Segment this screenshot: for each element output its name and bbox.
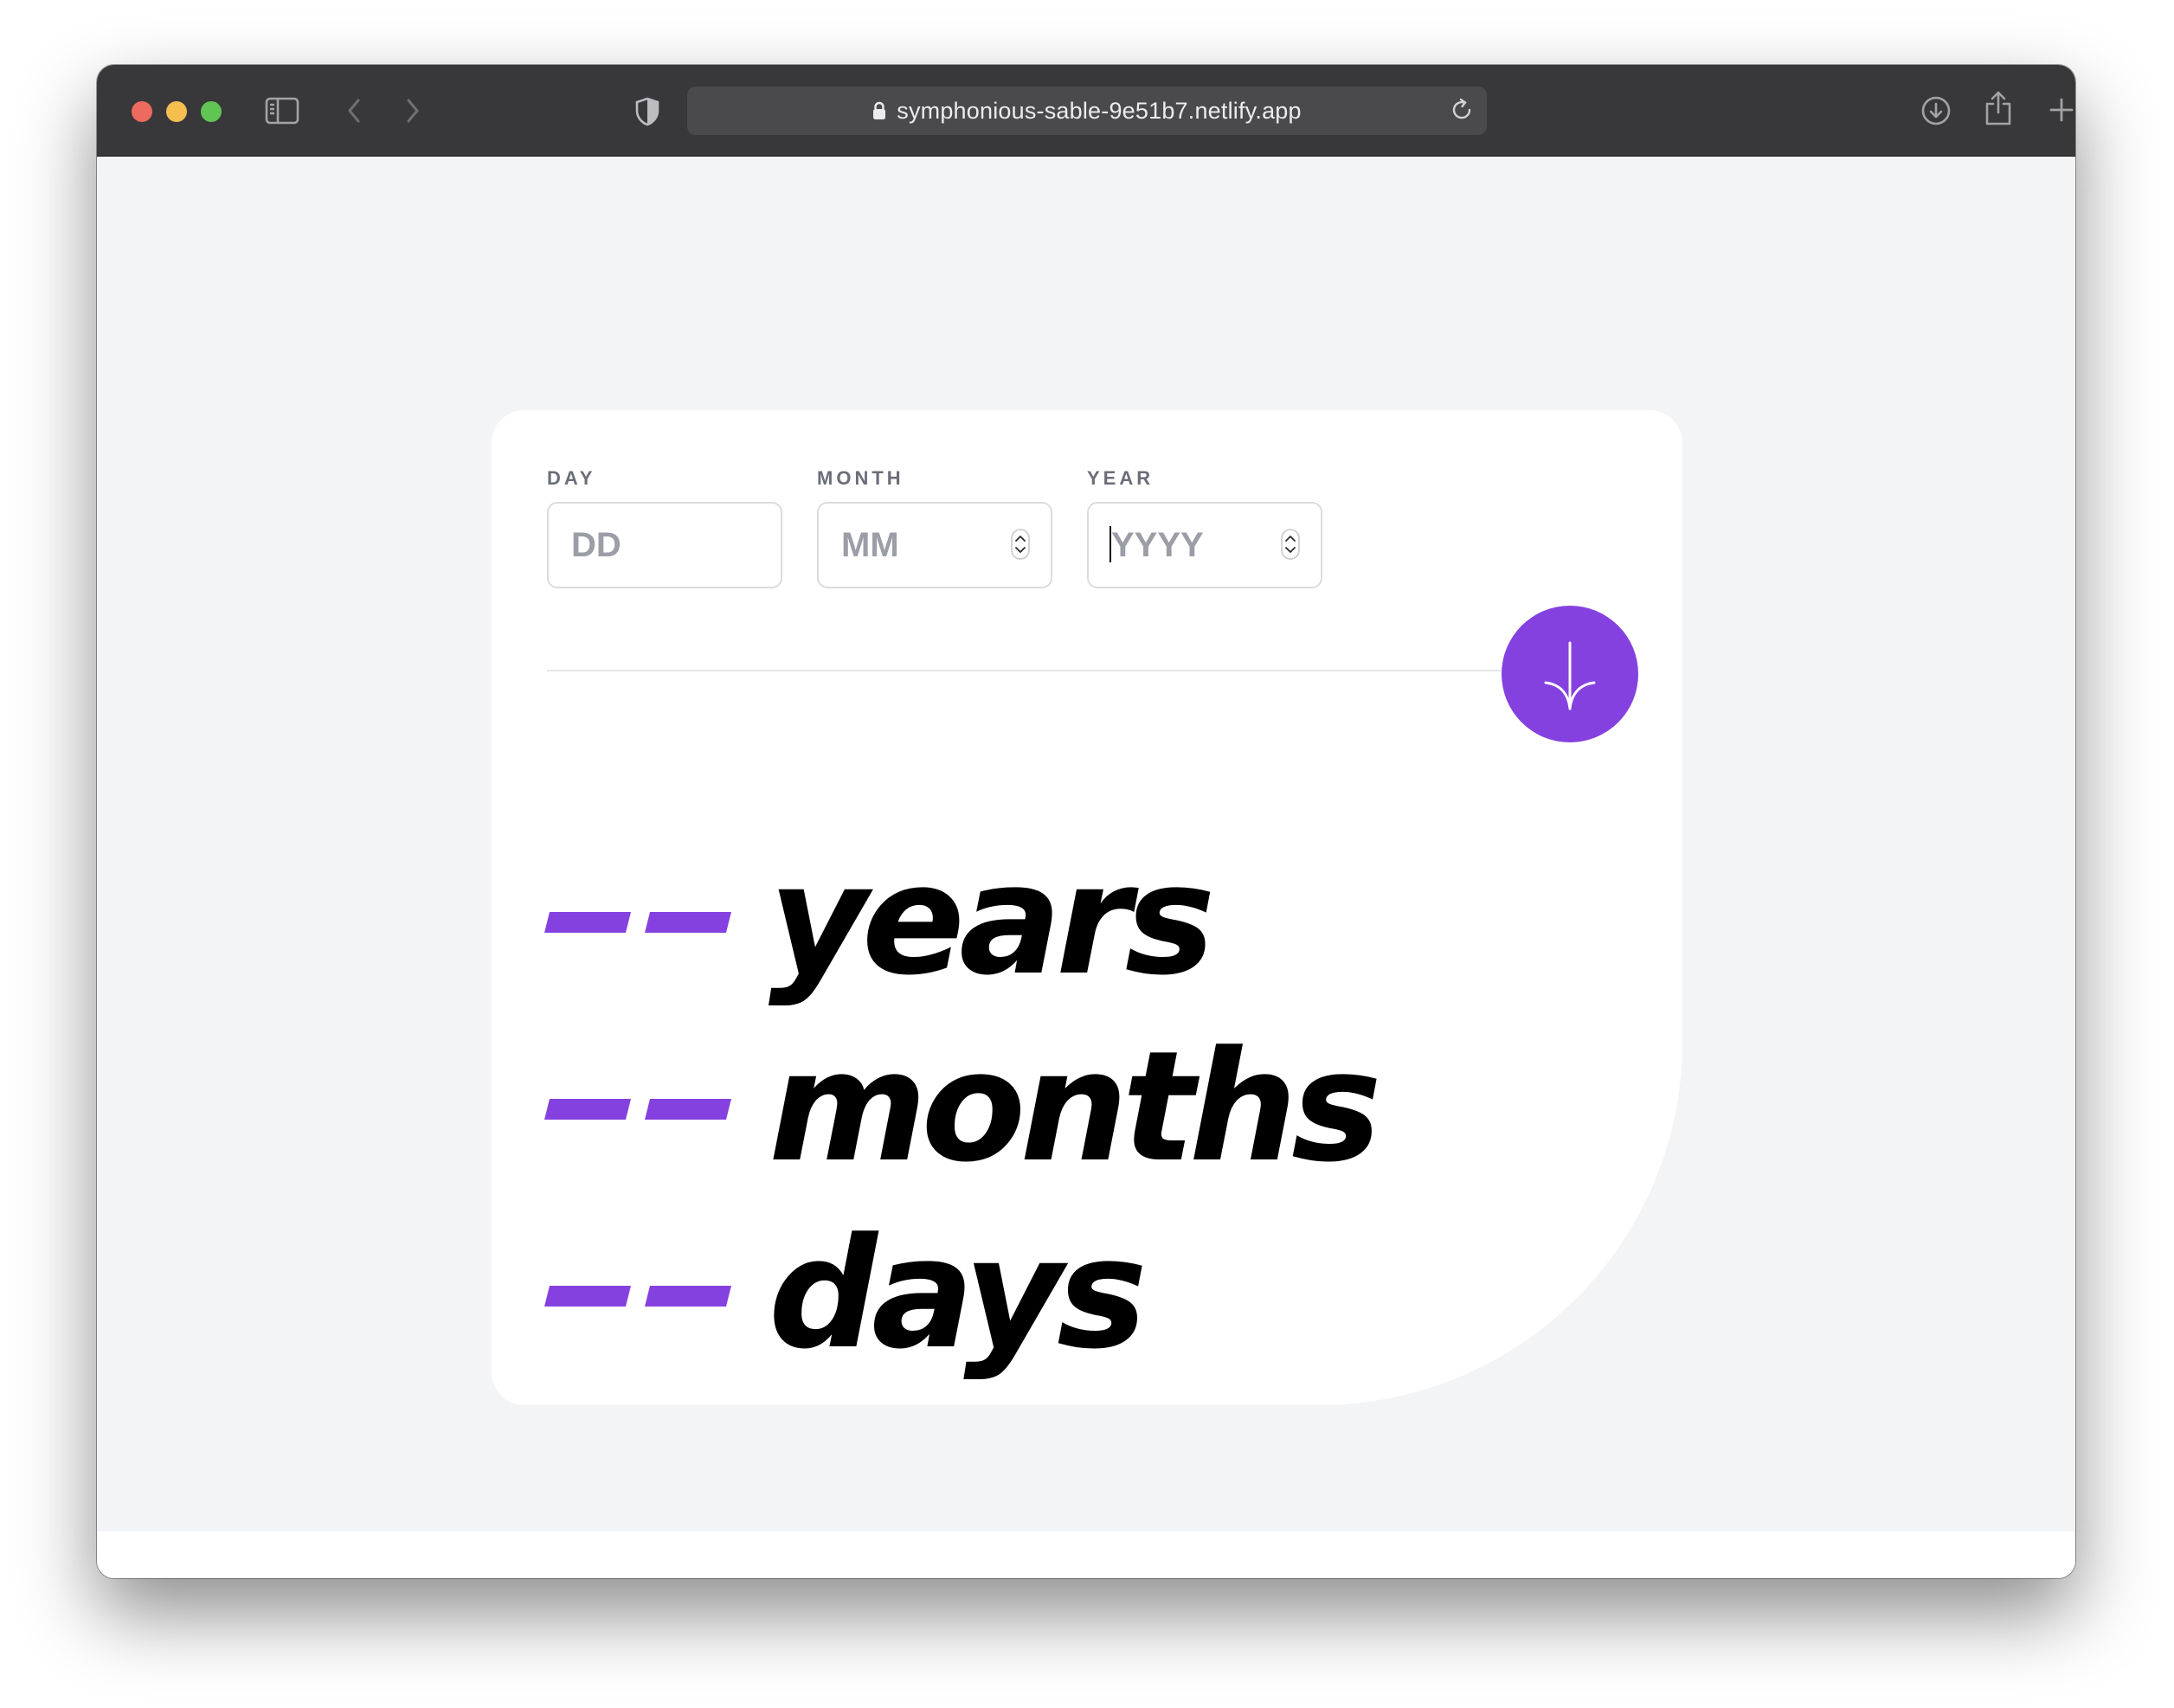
days-value: [544, 1286, 731, 1307]
browser-window: symphonious-sable-9e51b7.netlify.app DAY…: [97, 65, 2075, 1578]
minimize-window-icon[interactable]: [166, 101, 187, 122]
months-result: months: [544, 1018, 1382, 1196]
download-icon[interactable]: [1919, 93, 1953, 128]
months-value: [544, 1099, 731, 1120]
submit-button[interactable]: [1502, 606, 1638, 742]
day-field: DAY: [547, 467, 782, 588]
year-field: YEAR: [1087, 467, 1322, 588]
address-bar[interactable]: symphonious-sable-9e51b7.netlify.app: [687, 87, 1487, 135]
share-icon[interactable]: [1982, 89, 2015, 127]
age-calculator-card: DAY MONTH YEAR: [492, 410, 1682, 1405]
arrow-down-icon: [1528, 632, 1611, 716]
form-divider: [547, 670, 1509, 671]
years-value: [544, 912, 731, 933]
browser-toolbar: symphonious-sable-9e51b7.netlify.app: [97, 65, 2075, 157]
years-result: years: [544, 832, 1215, 1009]
page-bottom-edge: [97, 1531, 2075, 1578]
sidebar-icon[interactable]: [264, 96, 300, 125]
year-stepper-icon[interactable]: [1281, 529, 1300, 560]
page-viewport: DAY MONTH YEAR: [97, 157, 2075, 1531]
url-text: symphonious-sable-9e51b7.netlify.app: [897, 97, 1302, 124]
month-label: MONTH: [817, 467, 904, 489]
days-unit: days: [769, 1205, 1148, 1383]
day-input[interactable]: [547, 502, 782, 588]
close-window-icon[interactable]: [132, 101, 152, 122]
years-unit: years: [769, 832, 1215, 1009]
month-stepper-icon[interactable]: [1011, 529, 1030, 560]
year-label: YEAR: [1087, 467, 1155, 489]
lock-icon: [872, 101, 886, 120]
text-cursor: [1110, 526, 1111, 562]
days-result: days: [544, 1205, 1148, 1383]
day-label: DAY: [547, 467, 596, 489]
reload-icon[interactable]: [1449, 97, 1475, 127]
privacy-shield-icon[interactable]: [634, 96, 661, 127]
chevron-left-icon[interactable]: [341, 96, 367, 125]
plus-icon[interactable]: [2046, 94, 2075, 125]
zoom-window-icon[interactable]: [201, 101, 222, 122]
month-field: MONTH: [817, 467, 1052, 588]
chevron-right-icon[interactable]: [400, 96, 426, 125]
months-unit: months: [769, 1018, 1382, 1196]
